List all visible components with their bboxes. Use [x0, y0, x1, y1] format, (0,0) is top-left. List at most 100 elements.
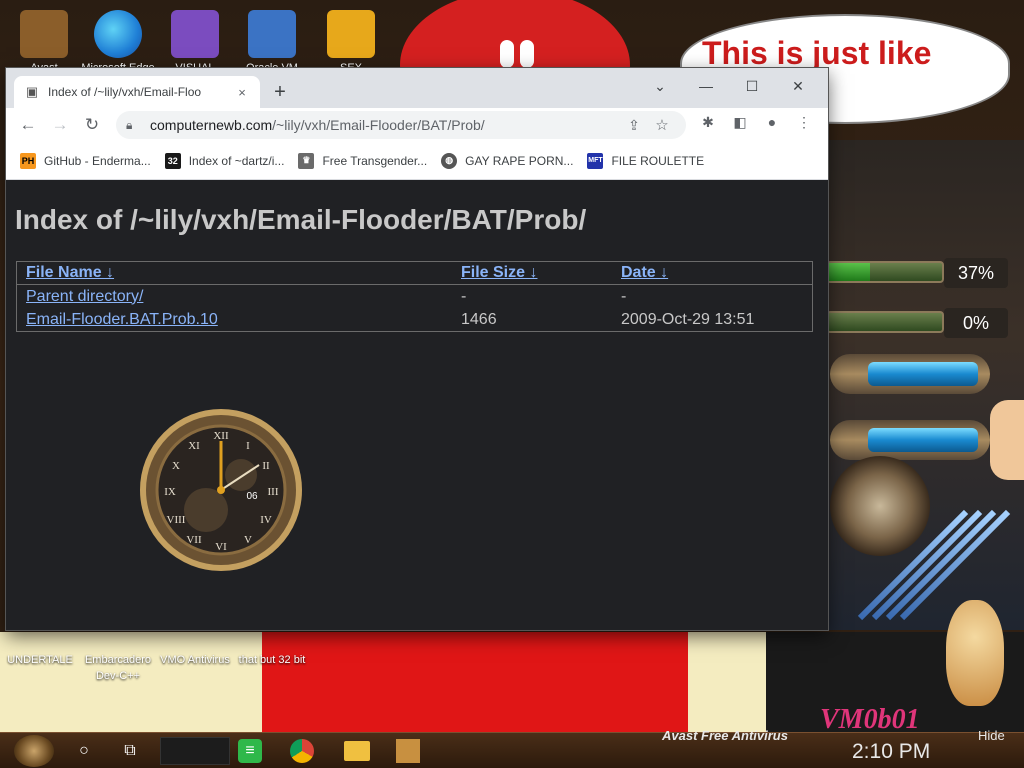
url-path: /~lily/vxh/Email-Flooder/BAT/Prob/	[272, 117, 485, 133]
desktop-icon-avast[interactable]: Avast	[4, 10, 84, 76]
gauge-label: 37%	[944, 258, 1008, 288]
directory-favicon-icon: ▣	[25, 84, 39, 99]
start-button[interactable]	[14, 735, 54, 767]
back-button[interactable]: ←	[16, 113, 40, 137]
bookmark-label: GAY RAPE PORN...	[465, 153, 574, 168]
tab-title: Index of /~lily/vxh/Email-Floo	[48, 85, 202, 99]
lock-icon[interactable]: 🔒︎	[126, 118, 142, 133]
desktop-icon-label: Embarcadero Dev-C++	[84, 654, 152, 682]
avast-icon	[20, 10, 68, 58]
minimize-button[interactable]: —	[684, 72, 728, 100]
chrome-icon[interactable]	[290, 739, 314, 763]
new-tab-button[interactable]: +	[268, 80, 292, 104]
virtualbox-icon	[248, 10, 296, 58]
url-host: computernewb.com	[150, 117, 273, 133]
hamster-image	[946, 600, 1004, 706]
wallpaper-panel	[688, 632, 766, 732]
gauge-label: 0%	[944, 308, 1008, 338]
cell-size: -	[461, 287, 467, 305]
taskbar-clock[interactable]: 2:10 PM	[852, 740, 930, 764]
hide-tray-button[interactable]: Hide	[978, 728, 1005, 743]
toolbar-actions: ✱ ◧ ● ⋮	[692, 111, 820, 133]
profile-avatar-icon[interactable]: ●	[756, 111, 788, 133]
search-circle-icon[interactable]: ○	[70, 737, 98, 765]
menu-icon[interactable]: ⋮	[788, 111, 820, 133]
desktop-icon-label: UNDERTALE	[7, 654, 73, 666]
close-tab-icon[interactable]: ×	[234, 85, 250, 100]
sort-by-name-link[interactable]: File Name ↓	[26, 264, 114, 281]
cell-date: -	[621, 287, 627, 305]
close-window-button[interactable]: ✕	[776, 72, 820, 100]
bookmark-favicon-icon: ♛	[298, 152, 315, 169]
bookmark-star-icon[interactable]: ☆	[648, 116, 676, 134]
svg-text:VIII: VIII	[167, 514, 186, 526]
browser-tab[interactable]: ▣ Index of /~lily/vxh/Email-Floo ×	[14, 76, 260, 108]
bookmark-label: Index of ~dartz/i...	[188, 153, 285, 168]
svg-text:V: V	[244, 534, 252, 546]
desktop-icon-oracle-vm[interactable]: Oracle VM	[232, 10, 312, 76]
table-row: Email-Flooder.BAT.Prob.10 1466 2009-Oct-…	[17, 308, 812, 331]
clock-date-number: 06	[246, 491, 258, 502]
app-icon[interactable]	[396, 739, 420, 763]
desktop-icon-vmo-antivirus[interactable]: VMO Antivirus	[155, 652, 235, 668]
sort-by-size-link[interactable]: File Size ↓	[461, 264, 537, 281]
url-text[interactable]: computernewb.com/~lily/vxh/Email-Flooder…	[150, 117, 620, 133]
bookmark-gay-rape-porn[interactable]: ◍ GAY RAPE PORN...	[441, 152, 574, 169]
table-row: Parent directory/ - -	[17, 285, 812, 308]
svg-text:VII: VII	[186, 534, 202, 546]
desktop-icon-visual-studio[interactable]: VISUAL	[155, 10, 235, 76]
share-icon[interactable]: ⇪	[620, 117, 648, 134]
forward-button[interactable]: →	[48, 113, 72, 137]
bookmark-github[interactable]: PH GitHub - Enderma...	[20, 152, 151, 169]
desktop-icon-sex[interactable]: SEX	[311, 10, 391, 76]
extensions-icon[interactable]: ✱	[692, 111, 724, 133]
bookmark-free-transgender[interactable]: ♛ Free Transgender...	[298, 152, 428, 169]
sort-by-date-link[interactable]: Date ↓	[621, 264, 668, 281]
hxd-icon	[327, 10, 375, 58]
cell-date: 2009-Oct-29 13:51	[621, 310, 755, 328]
side-panel-icon[interactable]: ◧	[724, 111, 756, 133]
file-link[interactable]: Email-Flooder.BAT.Prob.10	[26, 311, 218, 328]
bookmark-file-roulette[interactable]: MFT FILE ROULETTE	[587, 152, 705, 169]
svg-text:I: I	[246, 440, 250, 452]
cell-size: 1466	[461, 310, 497, 328]
avast-tray-label[interactable]: Avast Free Antivirus	[662, 728, 788, 743]
bookmark-favicon-icon: 32	[164, 152, 181, 169]
cpu-gauge	[826, 261, 944, 283]
file-explorer-icon[interactable]	[344, 741, 370, 761]
bookmark-label: FILE ROULETTE	[611, 153, 705, 168]
edge-icon	[94, 10, 142, 58]
address-bar[interactable]: 🔒︎ computernewb.com/~lily/vxh/Email-Floo…	[116, 111, 686, 139]
bookmark-label: Free Transgender...	[322, 153, 428, 168]
desktop-icon-edge[interactable]: Microsoft Edge	[78, 10, 158, 76]
mft-icon: MFT	[587, 152, 604, 169]
directory-listing-table: File Name ↓ File Size ↓ Date ↓ Parent di…	[16, 261, 813, 332]
bookmark-index-dartz[interactable]: 32 Index of ~dartz/i...	[164, 152, 285, 169]
browser-toolbar: ← → ↻ 🔒︎ computernewb.com/~lily/vxh/Emai…	[6, 108, 828, 142]
desktop-icon-that-but-32-bit[interactable]: that but 32 bit	[232, 652, 312, 668]
desktop-icon-label: that but 32 bit	[238, 654, 306, 666]
page-content: Index of /~lily/vxh/Email-Flooder/BAT/Pr…	[6, 180, 828, 630]
taskbar-search-box[interactable]	[160, 737, 230, 765]
svg-text:XII: XII	[213, 430, 229, 442]
parent-directory-link[interactable]: Parent directory/	[26, 288, 143, 305]
column-header: File Size ↓	[452, 262, 612, 285]
cartoon-face	[990, 400, 1024, 480]
reload-button[interactable]: ↻	[80, 113, 104, 137]
desktop-icon-dev-cpp[interactable]: Embarcadero Dev-C++	[78, 652, 158, 684]
svg-text:VI: VI	[215, 541, 227, 553]
steampunk-clock-widget[interactable]: XII III VI IX I II IV V VII VIII X XI 06	[136, 405, 306, 575]
tab-strip: ▣ Index of /~lily/vxh/Email-Floo × + ⌄ —…	[6, 68, 828, 108]
column-header: File Name ↓	[17, 262, 452, 285]
browser-window: ▣ Index of /~lily/vxh/Email-Floo × + ⌄ —…	[6, 68, 828, 630]
cell-name: Email-Flooder.BAT.Prob.10	[17, 308, 452, 331]
column-header: Date ↓	[612, 262, 812, 285]
table-header-row: File Name ↓ File Size ↓ Date ↓	[17, 262, 812, 285]
notes-app-icon[interactable]: ≡	[238, 739, 262, 763]
task-view-icon[interactable]: ⧉	[116, 737, 144, 765]
steam-tube	[830, 420, 990, 460]
desktop-icon-undertale[interactable]: UNDERTALE	[0, 652, 80, 668]
svg-text:IV: IV	[260, 514, 272, 526]
tab-search-button[interactable]: ⌄	[638, 72, 682, 100]
maximize-button[interactable]: ☐	[730, 72, 774, 100]
